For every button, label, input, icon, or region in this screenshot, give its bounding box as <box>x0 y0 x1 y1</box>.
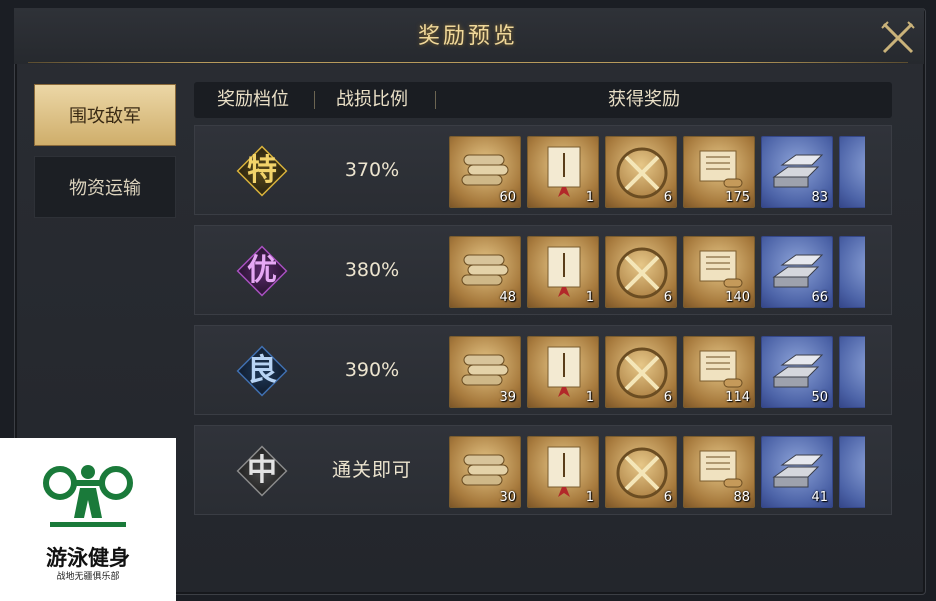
item-count: 1 <box>585 290 594 305</box>
window-title: 奖励预览 <box>417 24 518 49</box>
item-count: 140 <box>725 290 750 305</box>
reward-row: 良 390% 39 1 6 114 50 <box>194 325 892 415</box>
title-divider <box>28 62 908 63</box>
tab-siege-enemy[interactable]: 围攻敌军 <box>34 84 176 146</box>
item-count: 60 <box>499 190 516 205</box>
reward-item-crossed-swords[interactable]: 6 <box>605 336 677 408</box>
watermark-subtitle: 战地无疆俱乐部 <box>56 572 120 582</box>
reward-item-crossed-swords[interactable]: 6 <box>605 136 677 208</box>
item-count: 1 <box>585 190 594 205</box>
item-count: 6 <box>663 390 672 405</box>
reward-item-decree-book[interactable]: 1 <box>527 436 599 508</box>
close-button[interactable] <box>876 16 920 60</box>
damage-ratio: 370% <box>344 159 400 181</box>
watermark-logo: 游泳健身 战地无疆俱乐部 <box>0 438 176 601</box>
grade-badge: 良 <box>236 345 288 397</box>
reward-item-scroll-bundle[interactable]: 60 <box>449 136 521 208</box>
reward-item-partial[interactable] <box>839 436 865 508</box>
header-separator <box>314 91 315 109</box>
grade-badge: 特 <box>236 145 288 197</box>
reward-item-partial[interactable] <box>839 336 865 408</box>
reward-item-scroll-bundle[interactable]: 30 <box>449 436 521 508</box>
reward-item-crossed-swords[interactable]: 6 <box>605 236 677 308</box>
reward-item-scroll-bundle[interactable]: 39 <box>449 336 521 408</box>
reward-item-scroll-bundle[interactable]: 48 <box>449 236 521 308</box>
hidden-reward-tile <box>839 436 865 508</box>
reward-row: 特 370% 60 1 6 175 83 <box>194 125 892 215</box>
item-count: 1 <box>585 490 594 505</box>
damage-ratio: 390% <box>344 359 400 381</box>
reward-row: 优 380% 48 1 6 140 66 <box>194 225 892 315</box>
item-count: 48 <box>499 290 516 305</box>
grade-badge: 中 <box>236 445 288 497</box>
hidden-reward-tile <box>839 136 865 208</box>
item-count: 66 <box>811 290 828 305</box>
grade-label: 良 <box>247 353 277 388</box>
item-count: 6 <box>663 290 672 305</box>
reward-item-partial[interactable] <box>839 136 865 208</box>
item-count: 1 <box>585 390 594 405</box>
reward-item-decree-book[interactable]: 1 <box>527 136 599 208</box>
header-grade: 奖励档位 <box>217 89 289 110</box>
item-count: 39 <box>499 390 516 405</box>
header-ratio: 战损比例 <box>336 89 408 110</box>
item-count: 6 <box>663 490 672 505</box>
reward-item-open-scroll[interactable]: 175 <box>683 136 755 208</box>
item-count: 83 <box>811 190 828 205</box>
watermark-name: 游泳健身 <box>46 546 130 570</box>
grade-label: 中 <box>247 453 277 488</box>
item-count: 50 <box>811 390 828 405</box>
item-count: 114 <box>725 390 750 405</box>
item-count: 175 <box>725 190 750 205</box>
reward-item-decree-book[interactable]: 1 <box>527 336 599 408</box>
hidden-reward-tile <box>839 236 865 308</box>
grade-badge: 优 <box>236 245 288 297</box>
item-count: 41 <box>811 490 828 505</box>
header-rewards: 获得奖励 <box>608 89 680 110</box>
reward-item-open-scroll[interactable]: 114 <box>683 336 755 408</box>
reward-item-partial[interactable] <box>839 236 865 308</box>
reward-row: 中 通关即可 30 1 6 88 41 <box>194 425 892 515</box>
hidden-reward-tile <box>839 336 865 408</box>
reward-item-decree-book[interactable]: 1 <box>527 236 599 308</box>
reward-item-open-scroll[interactable]: 140 <box>683 236 755 308</box>
item-count: 6 <box>663 190 672 205</box>
grade-label: 优 <box>247 253 277 288</box>
fitness-logo-icon <box>43 465 133 527</box>
grade-label: 特 <box>247 153 277 188</box>
item-count: 30 <box>499 490 516 505</box>
reward-item-crossed-swords[interactable]: 6 <box>605 436 677 508</box>
close-icon <box>881 21 915 54</box>
table-header: 奖励档位 战损比例 获得奖励 <box>194 82 892 118</box>
reward-item-silver-ingot[interactable]: 83 <box>761 136 833 208</box>
reward-item-silver-ingot[interactable]: 66 <box>761 236 833 308</box>
tab-supply-transport[interactable]: 物资运输 <box>34 156 176 218</box>
damage-ratio: 通关即可 <box>331 459 412 481</box>
reward-item-silver-ingot[interactable]: 50 <box>761 336 833 408</box>
item-count: 88 <box>733 490 750 505</box>
reward-item-open-scroll[interactable]: 88 <box>683 436 755 508</box>
reward-item-silver-ingot[interactable]: 41 <box>761 436 833 508</box>
damage-ratio: 380% <box>344 259 400 281</box>
